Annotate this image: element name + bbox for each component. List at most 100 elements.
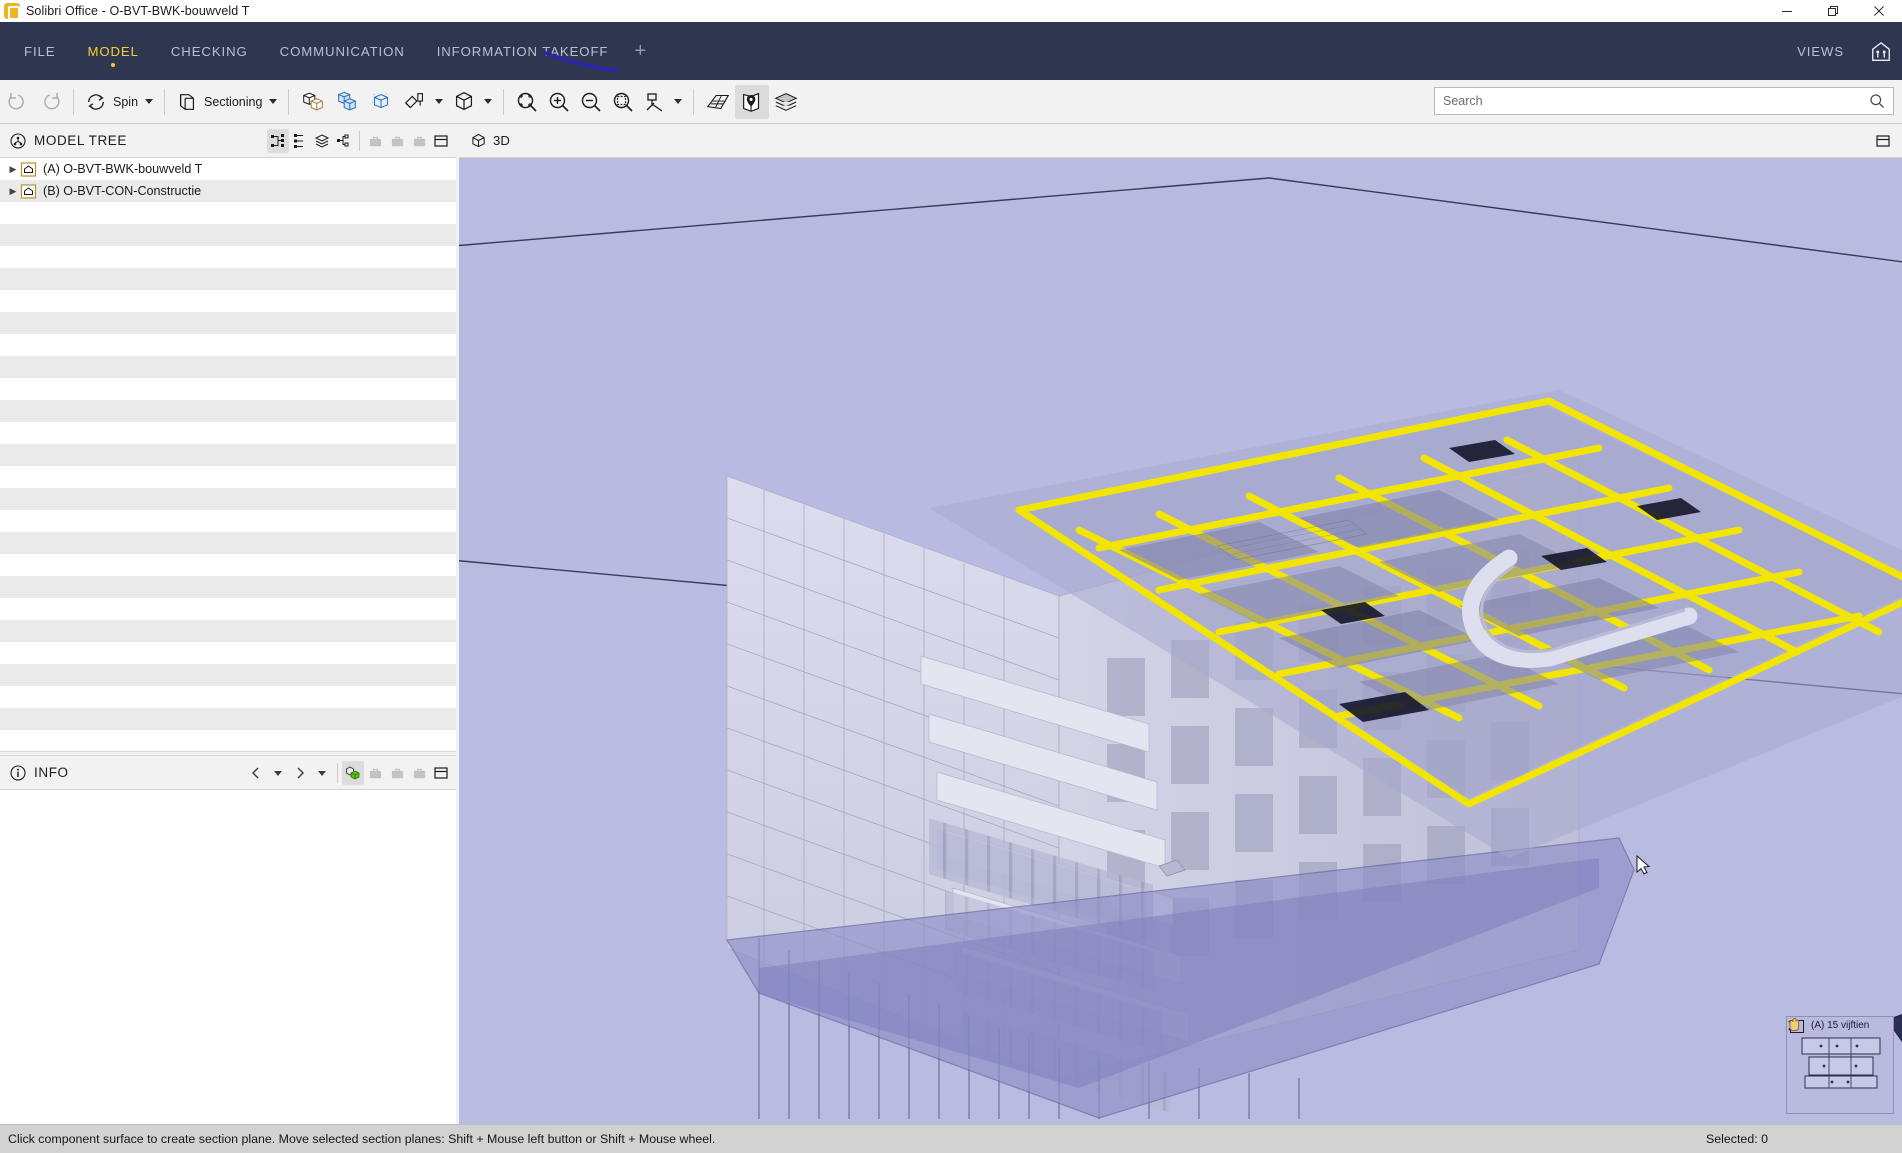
measure-icon[interactable]	[639, 85, 686, 119]
chevron-down-icon[interactable]	[269, 99, 278, 104]
flat-list-icon[interactable]	[289, 129, 311, 153]
briefcase-2-icon[interactable]	[386, 129, 408, 153]
paint-components-icon[interactable]	[398, 85, 447, 119]
tree-row-empty	[0, 334, 456, 356]
layered-view-icon[interactable]	[311, 129, 333, 153]
tree-row-empty	[0, 730, 456, 751]
hand-cursor-icon	[1789, 1017, 1800, 1031]
expand-arrow-icon[interactable]: ▶	[6, 186, 20, 196]
view-3d-tools	[1872, 124, 1894, 158]
tree-row-empty	[0, 642, 456, 664]
zoom-area-icon[interactable]	[607, 85, 639, 119]
component-view-icon[interactable]	[447, 85, 496, 119]
view-preview-card[interactable]: (A) 15 vijftien	[1786, 1016, 1894, 1114]
search-icon[interactable]	[1869, 93, 1885, 109]
tree-row-empty	[0, 290, 456, 312]
info-panel-tools	[245, 756, 452, 790]
undo-icon[interactable]	[2, 85, 34, 119]
walk-floor-icon[interactable]	[701, 85, 735, 119]
expand-arrow-icon[interactable]: ▶	[6, 164, 20, 174]
tree-row-empty	[0, 686, 456, 708]
view-3d-canvas[interactable]: (A) 15 vijftien	[459, 158, 1902, 1124]
main-content: MODEL TREE ▶ (A) O-BVT-BWK-bouwveld T ▶ …	[0, 124, 1902, 1124]
next-arrow-icon[interactable]	[289, 761, 311, 785]
model-tree-list[interactable]: ▶ (A) O-BVT-BWK-bouwveld T ▶ (B) O-BVT-C…	[0, 158, 456, 751]
tree-row-empty	[0, 554, 456, 576]
title-bar: Solibri Office - O-BVT-BWK-bouwveld T	[0, 0, 1902, 22]
cube-3d-icon	[472, 133, 485, 148]
search-box[interactable]	[1434, 87, 1894, 115]
tree-row-empty	[0, 356, 456, 378]
grouped-view-icon[interactable]	[333, 129, 355, 153]
search-input[interactable]	[1443, 94, 1869, 108]
status-message: Click component surface to create sectio…	[8, 1132, 716, 1146]
briefcase-1-icon[interactable]	[364, 129, 386, 153]
menu-item-file[interactable]: FILE	[8, 22, 71, 80]
briefcase-2-icon[interactable]	[386, 761, 408, 785]
previous-arrow-icon[interactable]	[245, 761, 267, 785]
blue-stroke-decoration	[543, 51, 619, 72]
tree-row-model-b[interactable]: ▶ (B) O-BVT-CON-Constructie	[0, 180, 456, 202]
chevron-down-icon[interactable]	[674, 99, 683, 104]
toolbar-separator	[164, 88, 166, 115]
minimize-icon[interactable]	[1764, 0, 1810, 22]
model-toolbar: Spin Sectioning	[0, 80, 1902, 124]
tree-row-empty	[0, 378, 456, 400]
section-plane-icon[interactable]	[735, 84, 770, 119]
floor-plan-thumbnail	[1801, 1037, 1881, 1089]
transparent-components-icon[interactable]	[296, 85, 330, 119]
model-file-icon	[20, 183, 37, 199]
window-controls	[1764, 0, 1902, 22]
tree-row-model-a[interactable]: ▶ (A) O-BVT-BWK-bouwveld T	[0, 158, 456, 180]
zoom-selected-icon[interactable]	[511, 85, 543, 119]
solibri-views-icon[interactable]	[1870, 41, 1892, 63]
restore-icon[interactable]	[1810, 0, 1856, 22]
show-hide-components-icon[interactable]	[330, 85, 364, 119]
panel-layout-icon[interactable]	[430, 761, 452, 785]
panel-layout-icon[interactable]	[1872, 129, 1894, 153]
info-panel-header: INFO	[0, 756, 456, 790]
close-icon[interactable]	[1856, 0, 1902, 22]
toolbar-separator	[693, 88, 695, 115]
window-title: Solibri Office - O-BVT-BWK-bouwveld T	[26, 4, 250, 18]
menu-item-model[interactable]: MODEL	[71, 22, 154, 80]
component-info-icon[interactable]	[342, 761, 364, 785]
menu-item-checking[interactable]: CHECKING	[155, 22, 264, 80]
sectioning-button[interactable]: Sectioning	[172, 85, 281, 119]
redo-icon[interactable]	[34, 85, 66, 119]
tree-row-label: (B) O-BVT-CON-Constructie	[43, 184, 202, 198]
bim-model-render[interactable]	[459, 158, 1902, 1119]
solibri-logo-icon	[4, 3, 20, 20]
tree-row-empty	[0, 488, 456, 510]
chevron-down-icon[interactable]	[435, 99, 444, 104]
chevron-down-icon[interactable]	[484, 99, 493, 104]
tree-row-empty	[0, 620, 456, 642]
hierarchy-view-icon[interactable]	[267, 129, 289, 153]
zoom-out-icon[interactable]	[575, 85, 607, 119]
tree-row-empty	[0, 246, 456, 268]
chevron-down-icon[interactable]	[145, 99, 154, 104]
tree-row-empty	[0, 576, 456, 598]
menu-item-communication[interactable]: COMMUNICATION	[264, 22, 421, 80]
toolbar-separator	[503, 88, 505, 115]
model-tree-tools	[267, 124, 452, 158]
layers-icon[interactable]	[769, 85, 803, 119]
view-3d-header: 3D	[459, 124, 1902, 158]
tree-row-label: (A) O-BVT-BWK-bouwveld T	[43, 162, 203, 176]
sectioning-label: Sectioning	[204, 94, 263, 109]
tree-row-empty	[0, 268, 456, 290]
views-label[interactable]: VIEWS	[1797, 22, 1844, 80]
next-dropdown-icon[interactable]	[311, 761, 333, 785]
spin-button[interactable]: Spin	[81, 85, 157, 119]
briefcase-3-icon[interactable]	[408, 761, 430, 785]
show-only-selected-icon[interactable]	[364, 85, 398, 119]
model-tree-icon	[10, 132, 26, 149]
tree-row-empty	[0, 598, 456, 620]
briefcase-1-icon[interactable]	[364, 761, 386, 785]
tree-row-empty	[0, 664, 456, 686]
model-tree-title: MODEL TREE	[34, 133, 128, 148]
briefcase-3-icon[interactable]	[408, 129, 430, 153]
zoom-in-icon[interactable]	[543, 85, 575, 119]
panel-layout-icon[interactable]	[430, 129, 452, 153]
previous-dropdown-icon[interactable]	[267, 761, 289, 785]
